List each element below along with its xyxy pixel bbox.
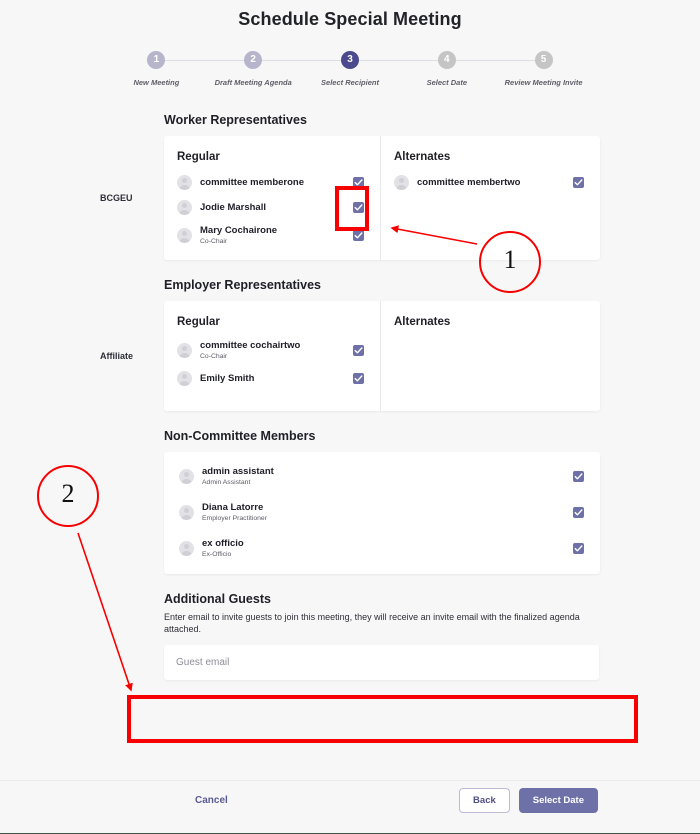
stepper-connector-2: [253, 60, 350, 61]
step-number-1: 1: [147, 51, 166, 69]
checkbox-employer-regular-1[interactable]: [353, 373, 364, 384]
employer-regular-heading: Regular: [177, 316, 220, 328]
annotation-marker-2: 2: [37, 465, 99, 527]
annotation-marker-1: 1: [479, 231, 541, 293]
list-item[interactable]: Jodie Marshall: [177, 200, 364, 215]
checkbox-non-committee-0[interactable]: [573, 471, 584, 482]
person-name: Diana Latorre: [202, 502, 264, 513]
additional-guests-title: Additional Guests: [164, 592, 271, 606]
person-name: committee memberone: [200, 176, 305, 188]
stepper-connector-3: [350, 60, 447, 61]
progress-stepper: 1 New Meeting 2 Draft Meeting Agenda 3 S…: [108, 51, 592, 97]
person-role: Co-Chair: [200, 238, 228, 245]
footer-divider: [0, 780, 700, 781]
step-number-2: 2: [244, 51, 263, 69]
step-select-recipient[interactable]: 3 Select Recipient: [302, 51, 399, 87]
list-item[interactable]: admin assistant Admin Assistant: [179, 466, 584, 487]
annotation-highlight-guest-email: [127, 695, 638, 743]
person-name: admin assistant: [202, 466, 274, 477]
worker-regular-column: Regular committee memberone Jodie Marsha…: [164, 136, 380, 260]
person-role: Employer Practitioner: [202, 515, 267, 522]
person-role: Ex-Officio: [202, 551, 232, 558]
additional-guests-section: Additional Guests Enter email to invite …: [164, 592, 600, 680]
footer-bar: Cancel Back Select Date: [0, 780, 700, 820]
avatar: [179, 541, 194, 556]
avatar: [177, 228, 192, 243]
list-item[interactable]: Emily Smith: [177, 371, 364, 386]
checkbox-worker-regular-0[interactable]: [353, 177, 364, 188]
list-item[interactable]: Diana Latorre Employer Practitioner: [179, 502, 584, 523]
back-button[interactable]: Back: [459, 787, 510, 813]
avatar: [177, 371, 192, 386]
avatar: [179, 469, 194, 484]
worker-representatives-card: Regular committee memberone Jodie Marsha…: [164, 136, 600, 260]
checkbox-worker-regular-2[interactable]: [353, 230, 364, 241]
checkbox-employer-regular-0[interactable]: [353, 345, 364, 356]
select-date-button[interactable]: Select Date: [518, 787, 598, 813]
person-name: committee membertwo: [417, 176, 521, 188]
guest-email-field-wrapper: [164, 645, 599, 680]
person-name: Jodie Marshall: [200, 201, 266, 213]
employer-representatives-block: Affiliate Regular committee cochairtwo C…: [100, 301, 600, 411]
checkbox-non-committee-2[interactable]: [573, 543, 584, 554]
step-number-4: 4: [437, 51, 456, 69]
worker-regular-heading: Regular: [177, 151, 220, 163]
employer-alternates-column: Alternates: [380, 301, 600, 411]
non-committee-members-block: admin assistant Admin Assistant Diana La…: [100, 452, 600, 574]
person-role: Admin Assistant: [202, 479, 251, 486]
avatar: [177, 343, 192, 358]
checkbox-worker-regular-1[interactable]: [353, 202, 364, 213]
non-committee-members-title: Non-Committee Members: [164, 429, 316, 443]
avatar: [177, 200, 192, 215]
employer-group-label: Affiliate: [100, 351, 134, 361]
step-select-date[interactable]: 4 Select Date: [398, 51, 495, 87]
person-name: committee cochairtwo: [200, 340, 301, 351]
non-committee-spacer: [100, 452, 164, 574]
non-committee-members-card: admin assistant Admin Assistant Diana La…: [164, 452, 600, 574]
person-name: Mary Cochairone: [200, 225, 278, 236]
employer-regular-column: Regular committee cochairtwo Co-Chair Em…: [164, 301, 380, 411]
step-number-3: 3: [340, 51, 359, 69]
worker-representatives-title: Worker Representatives: [164, 113, 307, 127]
list-item[interactable]: Mary Cochairone Co-Chair: [177, 225, 364, 246]
avatar: [177, 175, 192, 190]
worker-group-label: BCGEU: [100, 193, 133, 203]
checkbox-worker-alternate-0[interactable]: [573, 177, 584, 188]
person-role: Co-Chair: [200, 353, 228, 360]
step-label-4: Select Date: [426, 78, 467, 87]
additional-guests-description: Enter email to invite guests to join thi…: [164, 612, 580, 634]
avatar: [394, 175, 409, 190]
person-name: Emily Smith: [200, 372, 255, 384]
step-label-5: Review Meeting Invite: [504, 78, 583, 87]
schedule-special-meeting-page: Schedule Special Meeting 1 New Meeting 2…: [0, 0, 700, 834]
step-number-5: 5: [534, 51, 553, 69]
step-label-1: New Meeting: [133, 78, 180, 87]
employer-representatives-card: Regular committee cochairtwo Co-Chair Em…: [164, 301, 600, 411]
list-item[interactable]: committee cochairtwo Co-Chair: [177, 340, 364, 361]
worker-alternates-heading: Alternates: [394, 151, 451, 163]
page-title: Schedule Special Meeting: [238, 9, 462, 29]
checkbox-non-committee-1[interactable]: [573, 507, 584, 518]
step-draft-meeting-agenda[interactable]: 2 Draft Meeting Agenda: [205, 51, 302, 87]
stepper-connector-4: [446, 60, 544, 61]
guest-email-input[interactable]: [164, 645, 599, 680]
person-name: ex officio: [202, 538, 244, 549]
step-label-2: Draft Meeting Agenda: [214, 78, 292, 87]
step-review-meeting-invite[interactable]: 5 Review Meeting Invite: [495, 51, 592, 87]
list-item[interactable]: committee memberone: [177, 175, 364, 190]
employer-alternates-heading: Alternates: [394, 316, 451, 328]
step-label-3: Select Recipient: [321, 78, 379, 87]
list-item[interactable]: committee membertwo: [394, 175, 584, 190]
step-new-meeting[interactable]: 1 New Meeting: [108, 51, 205, 87]
list-item[interactable]: ex officio Ex-Officio: [179, 538, 584, 559]
cancel-button[interactable]: Cancel: [195, 795, 228, 806]
stepper-connector-1: [156, 60, 254, 61]
non-committee-list: admin assistant Admin Assistant Diana La…: [164, 452, 600, 574]
avatar: [179, 505, 194, 520]
